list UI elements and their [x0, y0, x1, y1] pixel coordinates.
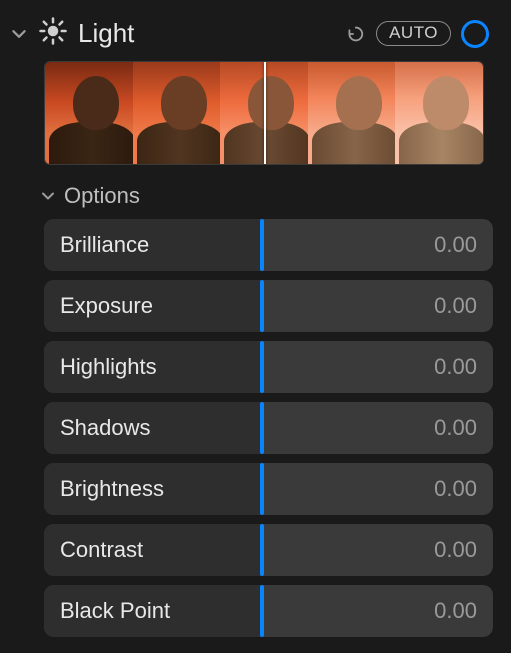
auto-button[interactable]: AUTO: [376, 21, 451, 47]
slider-value: 0.00: [434, 598, 477, 624]
slider-value: 0.00: [434, 354, 477, 380]
preview-thumb: [220, 62, 308, 164]
preview-thumb: [395, 62, 483, 164]
slider-value: 0.00: [434, 232, 477, 258]
preview-thumb: [45, 62, 133, 164]
slider-handle[interactable]: [260, 402, 264, 454]
slider-track-fill: [44, 463, 262, 515]
slider-track-fill: [44, 402, 262, 454]
slider-handle[interactable]: [260, 524, 264, 576]
slider-contrast[interactable]: Contrast0.00: [44, 524, 493, 576]
preview-thumb: [133, 62, 221, 164]
slider-track-fill: [44, 280, 262, 332]
options-label: Options: [64, 183, 140, 209]
slider-value: 0.00: [434, 476, 477, 502]
options-collapse-toggle[interactable]: [40, 188, 56, 204]
slider-exposure[interactable]: Exposure0.00: [44, 280, 493, 332]
slider-handle[interactable]: [260, 585, 264, 637]
slider-handle[interactable]: [260, 341, 264, 393]
slider-value: 0.00: [434, 537, 477, 563]
slider-handle[interactable]: [260, 219, 264, 271]
slider-track-fill: [44, 219, 262, 271]
undo-arrow-icon: [342, 23, 366, 45]
slider-handle[interactable]: [260, 463, 264, 515]
light-icon: [38, 16, 68, 51]
light-collapse-toggle[interactable]: [10, 25, 28, 43]
slider-track-fill: [44, 524, 262, 576]
light-preview-strip[interactable]: [44, 61, 484, 165]
slider-black-point[interactable]: Black Point0.00: [44, 585, 493, 637]
enable-toggle[interactable]: [461, 20, 489, 48]
panel-title: Light: [78, 18, 134, 49]
slider-list: Brilliance0.00 Exposure0.00 Highlights0.00…: [10, 219, 493, 637]
slider-value: 0.00: [434, 293, 477, 319]
chevron-down-icon: [40, 188, 56, 204]
slider-brightness[interactable]: Brightness0.00: [44, 463, 493, 515]
slider-highlights[interactable]: Highlights0.00: [44, 341, 493, 393]
reset-button[interactable]: [342, 23, 366, 45]
slider-track-fill: [44, 585, 262, 637]
slider-handle[interactable]: [260, 280, 264, 332]
slider-track-fill: [44, 341, 262, 393]
chevron-down-icon: [10, 25, 28, 43]
slider-shadows[interactable]: Shadows0.00: [44, 402, 493, 454]
preview-thumb: [308, 62, 396, 164]
slider-brilliance[interactable]: Brilliance0.00: [44, 219, 493, 271]
slider-value: 0.00: [434, 415, 477, 441]
